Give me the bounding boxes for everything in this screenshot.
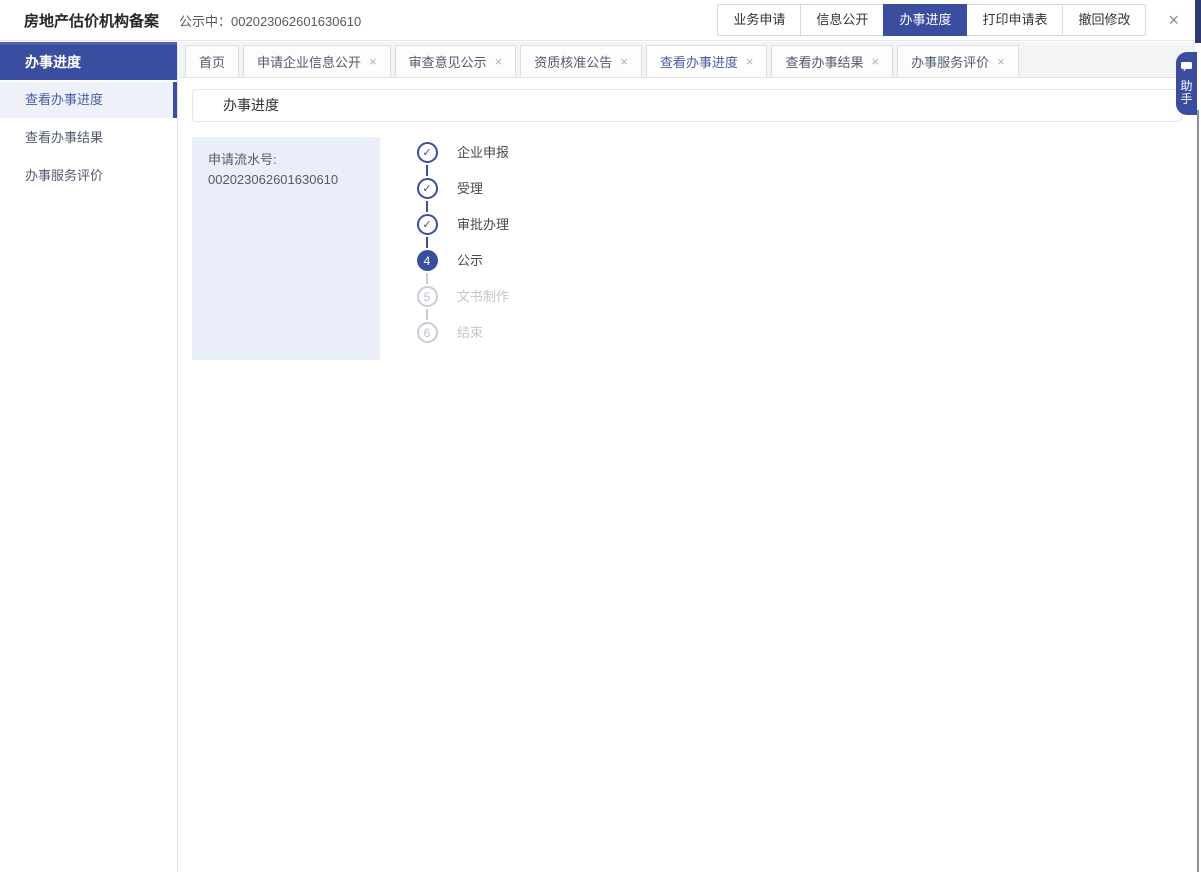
step-check-icon: ✓ xyxy=(417,214,438,235)
tab-close-icon[interactable]: × xyxy=(871,55,879,68)
assistant-button[interactable]: 助手 xyxy=(1176,52,1197,115)
step-item: 4 公示 xyxy=(416,250,509,286)
tab-label: 查看办事结果 xyxy=(785,52,863,71)
step-rail: 4 xyxy=(416,250,438,286)
step-connector xyxy=(426,165,428,176)
header-action-button[interactable]: 信息公开 xyxy=(800,4,884,36)
step-rail: ✓ xyxy=(416,214,438,250)
step-check-icon: ✓ xyxy=(417,178,438,199)
step-rail: 6 xyxy=(416,322,438,343)
header-action-button[interactable]: 业务申请 xyxy=(717,4,801,36)
step-connector xyxy=(426,309,428,320)
page-title: 房地产估价机构备案 xyxy=(24,10,159,31)
step-number: 6 xyxy=(417,322,438,343)
step-label: 结束 xyxy=(457,322,483,343)
tab-close-icon[interactable]: × xyxy=(369,55,377,68)
step-rail: ✓ xyxy=(416,178,438,214)
content: 办事进度 申请流水号: 002023062601630610 ✓企业申报✓受理✓… xyxy=(179,78,1195,360)
step-label: 受理 xyxy=(457,178,483,214)
step-label: 企业申报 xyxy=(457,142,509,178)
step-rail: 5 xyxy=(416,286,438,322)
status-label: 公示中： xyxy=(179,14,231,29)
app-header: 房地产估价机构备案 公示中：002023062601630610 业务申请信息公… xyxy=(0,0,1195,41)
tab-item[interactable]: 审查意见公示 × xyxy=(395,45,517,77)
step-item: ✓ 企业申报 xyxy=(416,142,509,178)
step-connector xyxy=(426,201,428,212)
assistant-label: 助手 xyxy=(1180,80,1193,106)
tab-label: 申请企业信息公开 xyxy=(257,52,361,71)
sidebar-title: 办事进度 xyxy=(0,42,177,80)
header-action-button[interactable]: 打印申请表 xyxy=(966,4,1063,36)
tab-close-icon[interactable]: × xyxy=(620,55,628,68)
tab-item[interactable]: 查看办事进度 × xyxy=(646,45,768,77)
edge-rail-top xyxy=(1195,0,1201,43)
close-icon[interactable]: × xyxy=(1168,11,1179,29)
tab-label: 首页 xyxy=(199,52,225,71)
step-rail: ✓ xyxy=(416,142,438,178)
tab-close-icon[interactable]: × xyxy=(746,55,754,68)
tab-label: 资质核准公告 xyxy=(534,52,612,71)
step-item: 5 文书制作 xyxy=(416,286,509,322)
edge-scrollbar[interactable] xyxy=(1197,110,1199,872)
sidebar: 办事进度 查看办事进度查看办事结果办事服务评价 xyxy=(0,42,178,872)
tab-label: 查看办事进度 xyxy=(660,52,738,71)
status-serial: 002023062601630610 xyxy=(231,14,361,29)
tab-label: 审查意见公示 xyxy=(409,52,487,71)
step-number: 4 xyxy=(417,250,438,271)
tab-item[interactable]: 查看办事结果 × xyxy=(771,45,893,77)
header-action-group: 业务申请信息公开办事进度打印申请表撤回修改 xyxy=(717,4,1146,36)
main-area: 首页申请企业信息公开×审查意见公示×资质核准公告×查看办事进度×查看办事结果×办… xyxy=(179,42,1195,872)
sidebar-item[interactable]: 办事服务评价 xyxy=(0,158,177,194)
tab-close-icon[interactable]: × xyxy=(495,55,503,68)
tab-item[interactable]: 申请企业信息公开 × xyxy=(243,45,391,77)
sidebar-menu: 查看办事进度查看办事结果办事服务评价 xyxy=(0,82,177,194)
header-action-button[interactable]: 办事进度 xyxy=(883,4,967,36)
chat-bubble-icon xyxy=(1181,59,1192,77)
step-connector xyxy=(426,237,428,248)
step-check-icon: ✓ xyxy=(417,142,438,163)
step-label: 公示 xyxy=(457,250,483,286)
tab-bar: 首页申请企业信息公开×审查意见公示×资质核准公告×查看办事进度×查看办事结果×办… xyxy=(179,42,1195,78)
step-item: ✓ 审批办理 xyxy=(416,214,509,250)
tab-item[interactable]: 首页 xyxy=(185,45,239,77)
status-text: 公示中：002023062601630610 xyxy=(179,11,361,30)
step-label: 审批办理 xyxy=(457,214,509,250)
tab-item[interactable]: 资质核准公告 × xyxy=(520,45,642,77)
sidebar-item[interactable]: 查看办事结果 xyxy=(0,120,177,156)
sidebar-item[interactable]: 查看办事进度 xyxy=(0,82,177,118)
page-edge-rail xyxy=(1195,0,1201,872)
step-item: ✓ 受理 xyxy=(416,178,509,214)
header-action-button[interactable]: 撤回修改 xyxy=(1062,4,1146,36)
tab-item[interactable]: 办事服务评价 × xyxy=(897,45,1019,77)
step-number: 5 xyxy=(417,286,438,307)
step-label: 文书制作 xyxy=(457,286,509,322)
panel-title: 办事进度 xyxy=(192,89,1182,122)
serial-card: 申请流水号: 002023062601630610 xyxy=(192,137,380,360)
panel-body: 申请流水号: 002023062601630610 ✓企业申报✓受理✓审批办理4… xyxy=(192,137,1182,360)
tab-close-icon[interactable]: × xyxy=(997,55,1005,68)
serial-value: 002023062601630610 xyxy=(208,170,364,190)
step-connector xyxy=(426,273,428,284)
serial-label: 申请流水号: xyxy=(208,150,364,170)
step-item: 6 结束 xyxy=(416,322,509,343)
tab-label: 办事服务评价 xyxy=(911,52,989,71)
progress-steps: ✓ 企业申报 ✓ 受理 ✓ 审批办理 4 公示 5 文书制作 6 结束 xyxy=(416,137,509,360)
